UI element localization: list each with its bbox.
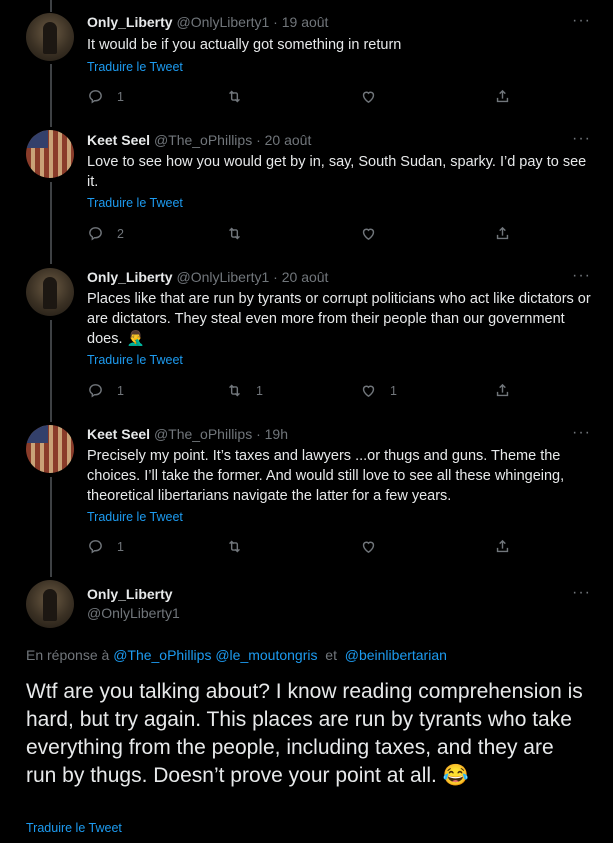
thread-line <box>50 64 52 127</box>
handle-time[interactable]: @The_oPhillips · 20 août <box>154 132 311 148</box>
translate-link[interactable]: Traduire le Tweet <box>87 60 183 74</box>
tweet-text: Places like that are run by tyrants or c… <box>87 291 591 347</box>
display-name[interactable]: Only_Liberty <box>87 586 180 602</box>
display-name[interactable]: Keet Seel <box>87 426 150 442</box>
more-icon[interactable]: ··· <box>572 130 591 148</box>
retweet-button[interactable]: 1 <box>226 382 263 399</box>
share-icon <box>496 539 509 553</box>
reply-icon <box>89 227 102 241</box>
tweet-header: Only_Liberty @OnlyLiberty1 · 20 août <box>87 269 328 285</box>
reply-count: 1 <box>117 89 124 104</box>
main-tweet-header: Only_Liberty @OnlyLiberty1 <box>87 586 180 621</box>
share-button[interactable] <box>494 382 511 399</box>
tweet-header: Keet Seel @The_oPhillips · 19h <box>87 426 288 442</box>
avatar[interactable] <box>26 13 74 61</box>
more-icon[interactable]: ··· <box>572 584 591 602</box>
tweet-text: Precisely my point. It’s taxes and lawye… <box>87 448 565 504</box>
reply-icon <box>89 384 102 398</box>
like-button[interactable] <box>360 225 390 242</box>
tweet-text: It would be if you actually got somethin… <box>87 37 402 53</box>
tweet-header: Keet Seel @The_oPhillips · 20 août <box>87 132 311 148</box>
reply-icon <box>89 540 102 554</box>
mention-link[interactable]: @The_oPhillips <box>113 647 211 663</box>
avatar[interactable] <box>26 130 74 178</box>
main-tweet-text: Wtf are you talking about? I know readin… <box>26 680 583 787</box>
thread-line <box>50 182 52 264</box>
reply-count: 2 <box>117 226 124 241</box>
share-button[interactable] <box>494 225 511 242</box>
like-button[interactable] <box>360 88 390 105</box>
reply-icon <box>89 90 102 104</box>
more-icon[interactable]: ··· <box>572 267 591 285</box>
like-count: 1 <box>390 383 397 398</box>
display-name[interactable]: Only_Liberty <box>87 269 173 285</box>
tweet-actions: 1 <box>87 88 517 108</box>
retweet-icon <box>229 227 240 240</box>
reply-button[interactable]: 2 <box>87 225 124 242</box>
retweet-button[interactable] <box>226 88 256 105</box>
retweet-button[interactable] <box>226 225 256 242</box>
retweet-icon <box>229 384 240 397</box>
avatar[interactable] <box>26 268 74 316</box>
reply-count: 1 <box>117 383 124 398</box>
handle[interactable]: @OnlyLiberty1 <box>87 605 180 621</box>
translate-link[interactable]: Traduire le Tweet <box>87 196 183 210</box>
retweet-button[interactable] <box>226 538 256 555</box>
like-icon <box>362 385 375 398</box>
more-icon[interactable]: ··· <box>572 424 591 442</box>
like-icon <box>362 228 375 241</box>
like-icon <box>362 91 375 104</box>
tweet-header: Only_Liberty @OnlyLiberty1 · 19 août <box>87 14 328 30</box>
translate-link[interactable]: Traduire le Tweet <box>87 510 183 524</box>
reply-to-prefix: En réponse à <box>26 647 110 663</box>
more-icon[interactable]: ··· <box>572 12 591 30</box>
translate-link[interactable]: Traduire le Tweet <box>87 353 183 367</box>
mention-link[interactable]: @beinlibertarian <box>345 647 447 663</box>
tweet-actions: 2 <box>87 225 517 245</box>
reply-count: 1 <box>117 539 124 554</box>
share-icon <box>496 89 509 103</box>
handle-time[interactable]: @The_oPhillips · 19h <box>154 426 288 442</box>
handle-time[interactable]: @OnlyLiberty1 · 19 août <box>176 14 328 30</box>
avatar[interactable] <box>26 580 74 628</box>
share-icon <box>496 226 509 240</box>
and-text: et <box>325 647 337 663</box>
retweet-count: 1 <box>256 383 263 398</box>
retweet-icon <box>229 90 240 103</box>
tweet-actions: 1 1 1 <box>87 382 517 402</box>
tweet-actions: 1 <box>87 538 517 558</box>
like-button[interactable]: 1 <box>360 382 397 399</box>
like-button[interactable] <box>360 538 390 555</box>
reply-to-line: En réponse à @The_oPhillips @le_moutongr… <box>26 647 447 663</box>
mention-link[interactable]: @le_moutongris <box>215 647 317 663</box>
share-icon <box>496 383 509 397</box>
reply-button[interactable]: 1 <box>87 88 124 105</box>
retweet-icon <box>229 540 240 553</box>
display-name[interactable]: Keet Seel <box>87 132 150 148</box>
thread-line <box>50 0 52 12</box>
avatar[interactable] <box>26 425 74 473</box>
tweet-text: Love to see how you would get by in, say… <box>87 154 587 190</box>
reply-button[interactable]: 1 <box>87 382 124 399</box>
display-name[interactable]: Only_Liberty <box>87 14 173 30</box>
like-icon <box>362 541 375 554</box>
thread-line <box>50 320 52 422</box>
share-button[interactable] <box>494 88 511 105</box>
thread-line <box>50 477 52 577</box>
share-button[interactable] <box>494 538 511 555</box>
reply-button[interactable]: 1 <box>87 538 124 555</box>
handle-time[interactable]: @OnlyLiberty1 · 20 août <box>176 269 328 285</box>
translate-link[interactable]: Traduire le Tweet <box>26 821 122 835</box>
